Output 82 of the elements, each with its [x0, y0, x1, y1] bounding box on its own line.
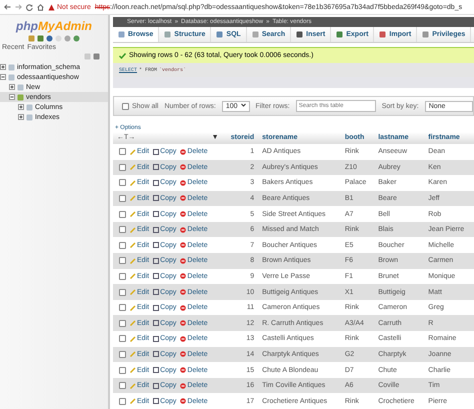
copy-icon [153, 211, 160, 218]
delete-icon [180, 148, 186, 155]
pencil-icon [130, 195, 136, 202]
row-checkbox[interactable] [119, 179, 126, 186]
reload-icon[interactable] [26, 4, 33, 10]
row-checkbox[interactable] [119, 366, 126, 374]
pencil-icon [130, 320, 136, 326]
pencil-icon [130, 304, 136, 311]
delete-icon [180, 367, 186, 374]
row-checkbox[interactable] [119, 382, 126, 390]
home-icon[interactable] [37, 4, 44, 10]
copy-icon [153, 382, 160, 389]
pencil-icon [130, 398, 136, 404]
row-checkbox[interactable] [119, 226, 126, 234]
copy-icon [153, 226, 160, 233]
pencil-icon [130, 289, 136, 296]
copy-icon [153, 367, 160, 374]
copy-icon [153, 273, 160, 280]
copy-icon [153, 164, 160, 170]
pencil-icon [130, 180, 136, 186]
delete-icon [180, 164, 186, 170]
delete-icon [180, 211, 186, 218]
row-checkbox[interactable] [119, 350, 126, 358]
pencil-icon [130, 258, 136, 264]
pencil-icon [130, 242, 136, 248]
expand-icon[interactable] [9, 84, 15, 90]
delete-icon [180, 242, 186, 248]
copy-icon [153, 180, 160, 186]
delete-icon [180, 195, 186, 202]
row-checkbox[interactable] [119, 257, 126, 264]
row-checkbox[interactable] [119, 320, 126, 327]
pencil-icon [130, 367, 136, 374]
caret-icon [240, 102, 246, 107]
expand-icon[interactable] [0, 64, 6, 70]
delete-icon [180, 336, 186, 342]
row-checkbox[interactable] [119, 194, 126, 202]
copy-icon [153, 320, 160, 326]
back-icon[interactable] [4, 4, 11, 10]
forward-icon[interactable] [15, 4, 22, 10]
delete-icon [180, 351, 186, 358]
row-checkbox[interactable] [119, 304, 126, 312]
row-checkbox[interactable] [119, 288, 126, 296]
copy-icon [153, 336, 160, 342]
delete-icon [180, 226, 186, 233]
pencil-icon [130, 382, 136, 389]
pencil-icon [130, 164, 136, 170]
delete-icon [180, 382, 186, 389]
check-icon [119, 52, 126, 59]
expand-icon[interactable] [18, 104, 24, 110]
delete-icon [180, 258, 186, 264]
delete-icon [180, 273, 186, 280]
warning-icon [48, 4, 55, 10]
delete-icon [180, 398, 186, 404]
row-checkbox[interactable] [119, 210, 126, 218]
copy-icon [153, 289, 160, 296]
row-checkbox[interactable] [119, 164, 126, 171]
row-checkbox[interactable] [119, 272, 126, 280]
copy-icon [153, 398, 160, 404]
copy-icon [153, 242, 160, 248]
copy-icon [153, 148, 160, 155]
row-checkbox[interactable] [119, 148, 126, 156]
pencil-icon [130, 226, 136, 233]
collapse-icon[interactable] [9, 94, 15, 100]
copy-icon [153, 258, 160, 264]
logo[interactable]: phpMyAdmin [0, 19, 108, 33]
delete-icon [180, 320, 186, 326]
row-checkbox[interactable] [119, 398, 126, 405]
copy-icon [153, 304, 160, 311]
copy-icon [153, 195, 160, 202]
copy-icon [153, 351, 160, 358]
row-checkbox[interactable] [119, 242, 126, 249]
collapse-icon[interactable] [0, 74, 6, 80]
pencil-icon [130, 211, 136, 218]
expand-icon[interactable] [18, 114, 24, 120]
pencil-icon [130, 273, 136, 280]
delete-icon [180, 180, 186, 186]
pencil-icon [130, 148, 136, 155]
row-checkbox[interactable] [119, 335, 126, 342]
delete-icon [180, 304, 186, 311]
pencil-icon [130, 351, 136, 358]
pencil-icon [130, 336, 136, 342]
delete-icon [180, 289, 186, 296]
